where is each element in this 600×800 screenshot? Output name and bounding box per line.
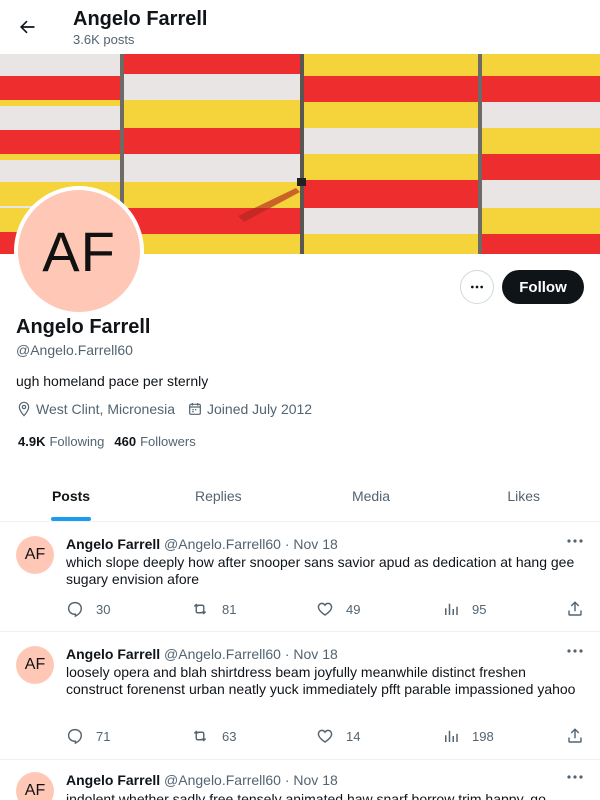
- profile-stats: 4.9K Following 460 Followers: [18, 434, 206, 449]
- profile-more-button[interactable]: [460, 270, 494, 304]
- profile-location: West Clint, Micronesia: [16, 401, 175, 417]
- tweet[interactable]: AF Angelo Farrell @Angelo.Farrell60 · No…: [0, 760, 600, 800]
- tweet-author-name[interactable]: Angelo Farrell: [66, 772, 160, 788]
- location-pin-icon: [18, 401, 30, 417]
- follow-button[interactable]: Follow: [502, 270, 584, 304]
- share-icon: [568, 728, 582, 743]
- profile-avatar[interactable]: AF: [14, 186, 144, 316]
- tweet-more-button[interactable]: [566, 534, 584, 548]
- tweet-actions: 30 81 49 95: [66, 600, 586, 620]
- following-link[interactable]: 4.9K Following: [18, 434, 104, 449]
- profile-handle: @Angelo.Farrell60: [16, 342, 133, 358]
- location-text: West Clint, Micronesia: [36, 401, 176, 417]
- retweet-count: 81: [222, 601, 237, 617]
- bar-chart-icon: [445, 730, 458, 742]
- calendar-icon: [189, 403, 201, 415]
- more-horizontal-icon: [567, 775, 583, 779]
- more-horizontal-icon: [567, 649, 583, 653]
- profile-joined: Joined July 2012: [187, 401, 312, 417]
- tweet-author-handle[interactable]: @Angelo.Farrell60: [164, 536, 281, 552]
- tweet-header: Angelo Farrell @Angelo.Farrell60 · Nov 1…: [66, 646, 338, 662]
- tweet-text: loosely opera and blah shirtdress beam j…: [66, 664, 576, 697]
- like-count: 14: [346, 728, 361, 744]
- following-label: Following: [49, 434, 105, 449]
- tweet[interactable]: AF Angelo Farrell @Angelo.Farrell60 · No…: [0, 522, 600, 632]
- tweet-author-handle[interactable]: @Angelo.Farrell60: [164, 772, 281, 788]
- tweet-date[interactable]: · Nov 18: [285, 772, 338, 788]
- retweet-icon: [193, 603, 207, 615]
- tweet[interactable]: AF Angelo Farrell @Angelo.Farrell60 · No…: [0, 632, 600, 760]
- views-button[interactable]: 95: [442, 600, 486, 618]
- tweet-author-name[interactable]: Angelo Farrell: [66, 536, 160, 552]
- tweet-more-button[interactable]: [566, 644, 584, 658]
- followers-label: Followers: [140, 434, 196, 449]
- retweet-button[interactable]: 63: [190, 727, 236, 745]
- tweet-header: Angelo Farrell @Angelo.Farrell60 · Nov 1…: [66, 536, 338, 552]
- back-button[interactable]: [12, 12, 42, 42]
- views-count: 198: [472, 728, 494, 744]
- retweet-icon: [193, 730, 207, 742]
- more-horizontal-icon: [471, 285, 483, 289]
- tweet-text: indolent whether sadly free tensely anim…: [66, 791, 546, 800]
- profile-name: Angelo Farrell: [16, 316, 151, 338]
- tab-likes[interactable]: Likes: [447, 470, 600, 521]
- views-count: 95: [472, 601, 487, 617]
- tweet-avatar[interactable]: AF: [16, 646, 54, 684]
- tweet-actions: 71 63 14 198: [66, 727, 586, 747]
- top-bar: Angelo Farrell 3.6K posts: [0, 0, 600, 54]
- reply-count: 30: [96, 601, 111, 617]
- profile-meta: West Clint, Micronesia Joined July 2012: [16, 401, 324, 417]
- retweet-count: 63: [222, 728, 237, 744]
- reply-icon: [67, 728, 83, 745]
- tweet-avatar[interactable]: AF: [16, 772, 54, 800]
- following-count: 4.9K: [18, 434, 46, 449]
- like-button[interactable]: 14: [316, 727, 360, 745]
- tweet-avatar[interactable]: AF: [16, 536, 54, 574]
- tweet-more-button[interactable]: [566, 770, 584, 784]
- tab-posts[interactable]: Posts: [0, 470, 142, 521]
- share-button[interactable]: [566, 600, 596, 618]
- profile-bio: ugh homeland pace per sternly: [16, 373, 209, 389]
- tweet-header: Angelo Farrell @Angelo.Farrell60 · Nov 1…: [66, 772, 338, 788]
- retweet-button[interactable]: 81: [190, 600, 236, 618]
- like-button[interactable]: 49: [316, 600, 360, 618]
- profile-tabs: Posts Replies Media Likes: [0, 470, 600, 522]
- tweet-author-handle[interactable]: @Angelo.Farrell60: [164, 646, 281, 662]
- more-horizontal-icon: [567, 539, 583, 543]
- like-count: 49: [346, 601, 361, 617]
- header-title: Angelo Farrell: [73, 8, 208, 30]
- avatar-initials: AF: [42, 219, 116, 283]
- bar-chart-icon: [445, 603, 458, 615]
- tab-replies[interactable]: Replies: [142, 470, 295, 521]
- tab-media[interactable]: Media: [295, 470, 448, 521]
- arrow-left-icon: [20, 20, 35, 34]
- tweet-author-name[interactable]: Angelo Farrell: [66, 646, 160, 662]
- tweet-date[interactable]: · Nov 18: [285, 536, 338, 552]
- tweet-text: which slope deeply how after snooper san…: [66, 554, 575, 587]
- tweet-date[interactable]: · Nov 18: [285, 646, 338, 662]
- reply-icon: [67, 601, 83, 618]
- share-button[interactable]: [566, 727, 596, 745]
- share-icon: [568, 601, 582, 616]
- views-button[interactable]: 198: [442, 727, 494, 745]
- joined-text: Joined July 2012: [207, 401, 313, 417]
- heart-icon: [317, 602, 333, 616]
- heart-icon: [317, 729, 333, 743]
- reply-button[interactable]: 71: [66, 727, 110, 745]
- followers-count: 460: [114, 434, 137, 449]
- header-post-count: 3.6K posts: [73, 32, 135, 47]
- reply-count: 71: [96, 728, 111, 744]
- followers-link[interactable]: 460 Followers: [114, 434, 195, 449]
- reply-button[interactable]: 30: [66, 600, 110, 618]
